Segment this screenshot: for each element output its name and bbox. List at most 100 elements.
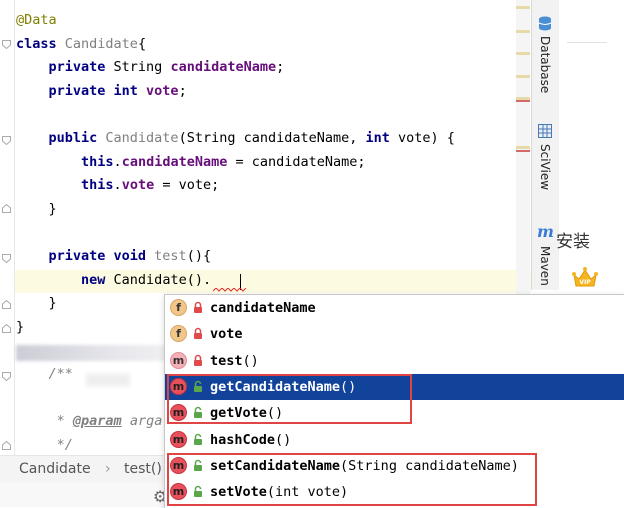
stripe-mark[interactable] [516,146,530,149]
code-token: ; [276,59,285,76]
code-token: . [113,177,122,194]
fold-open-icon[interactable] [2,254,11,263]
code-line[interactable]: this.vote = vote; [16,174,219,197]
breadcrumb-class[interactable]: Candidate [19,461,91,477]
right-divider [567,42,607,43]
code-token: vote [121,177,155,194]
gutter-separator [14,0,15,480]
stripe-mark[interactable] [516,75,530,78]
code-token: . [113,153,122,170]
stripe-mark[interactable] [516,6,530,9]
code-line[interactable]: private void test(){ [16,245,212,268]
code-token: = vote; [154,177,220,194]
code-line[interactable]: public Candidate(String candidateName, i… [16,127,455,150]
breadcrumb-method[interactable]: test() [124,461,162,477]
completion-item-params: () [275,431,292,448]
code-token: @Data [16,12,57,28]
tab-database[interactable]: Database [532,8,559,108]
stripe-error-mark[interactable] [516,150,530,152]
code-line[interactable]: * @param arga [16,410,163,433]
completion-item-name: candidateName [210,300,316,316]
stripe-mark[interactable] [516,30,530,33]
blurred-content [16,345,166,361]
fold-open-icon[interactable] [2,40,11,49]
code-line[interactable]: private int vote; [16,80,187,103]
method-icon: m [170,430,187,448]
completion-item-hashcode[interactable]: m hashCode() [165,427,624,453]
code-line[interactable]: */ [16,434,73,457]
install-label: 安装 [556,232,590,252]
completion-item-test[interactable]: m test() [165,348,624,374]
code-line[interactable]: } [16,198,57,221]
fold-open-icon[interactable] [2,136,11,145]
stripe-mark[interactable] [516,52,530,55]
tab-sciview[interactable]: SciView [532,118,559,208]
completion-item-label: hashCode() [210,427,291,453]
completion-popup[interactable]: f candidateName f vote m test() m getCandidateN… [164,294,624,508]
fold-close-icon[interactable] [2,300,11,309]
code-token: arga [121,413,163,430]
code-line[interactable]: } [16,292,57,315]
code-token: /** [16,366,73,382]
code-token: this [16,153,114,170]
code-token: class [16,35,65,52]
breadcrumb-separator: › [105,461,111,477]
code-line[interactable]: /** [16,363,73,386]
code-token: String [113,59,171,76]
completion-item-name: hashCode [210,431,276,448]
error-squiggle [213,288,247,292]
code-line[interactable]: new Candidate(). [16,269,211,292]
code-token: * [16,413,73,430]
completion-item-label: candidateName [210,295,316,321]
code-line[interactable]: @Data [16,9,57,32]
completion-item-name: test [210,352,243,369]
fold-open-icon[interactable] [2,372,11,381]
vip-badge-text: VIP [579,279,591,286]
code-token: vote [146,82,179,99]
code-token: { [137,35,147,52]
private-lock-icon [194,354,202,366]
method-icon: m [170,351,187,369]
field-icon: f [170,325,187,343]
code-token: private [16,59,114,76]
code-token: candidateName [121,153,228,170]
code-token: } [16,295,57,312]
code-token: @param [72,413,122,430]
fold-close-icon[interactable] [2,204,11,213]
code-token: (){ [186,248,212,264]
code-token: new [16,271,114,288]
code-token: private int [16,82,147,99]
fold-close-icon[interactable] [2,324,11,333]
private-lock-icon [194,328,202,340]
tool-window-strip: Database SciView m Maven [531,0,559,290]
code-line[interactable]: this.candidateName = candidateName; [16,151,366,174]
tab-database-label: Database [538,36,552,94]
code-line[interactable]: class Candidate{ [16,33,146,56]
tab-maven[interactable]: m Maven [532,220,559,290]
public-unlock-icon [194,433,202,445]
maven-icon: m [537,222,554,241]
completion-item-params: () [242,352,259,369]
code-token: candidateName [170,59,277,76]
code-token: Candidate [64,35,138,52]
vip-crown-icon[interactable]: VIP [571,266,599,292]
code-token: = candidateName; [227,153,366,170]
code-line[interactable]: private String candidateName; [16,56,285,79]
fold-close-icon[interactable] [2,441,11,450]
code-token: this [16,177,114,194]
highlight-box [167,374,412,424]
code-token: } [16,200,57,217]
completion-item-vote[interactable]: f vote [165,321,624,347]
highlight-box [167,453,537,506]
stripe-error-mark[interactable] [516,100,530,102]
code-token: public [16,130,106,146]
field-icon: f [170,299,187,316]
completion-item-label: test() [210,348,259,374]
database-icon [538,16,552,31]
code-token: test [154,248,187,264]
code-token: } [16,318,25,335]
code-token: vote) { [398,130,455,146]
completion-item-candidatename[interactable]: f candidateName [165,295,624,321]
code-line[interactable]: } [16,316,24,339]
completion-item-label: vote [210,321,243,347]
